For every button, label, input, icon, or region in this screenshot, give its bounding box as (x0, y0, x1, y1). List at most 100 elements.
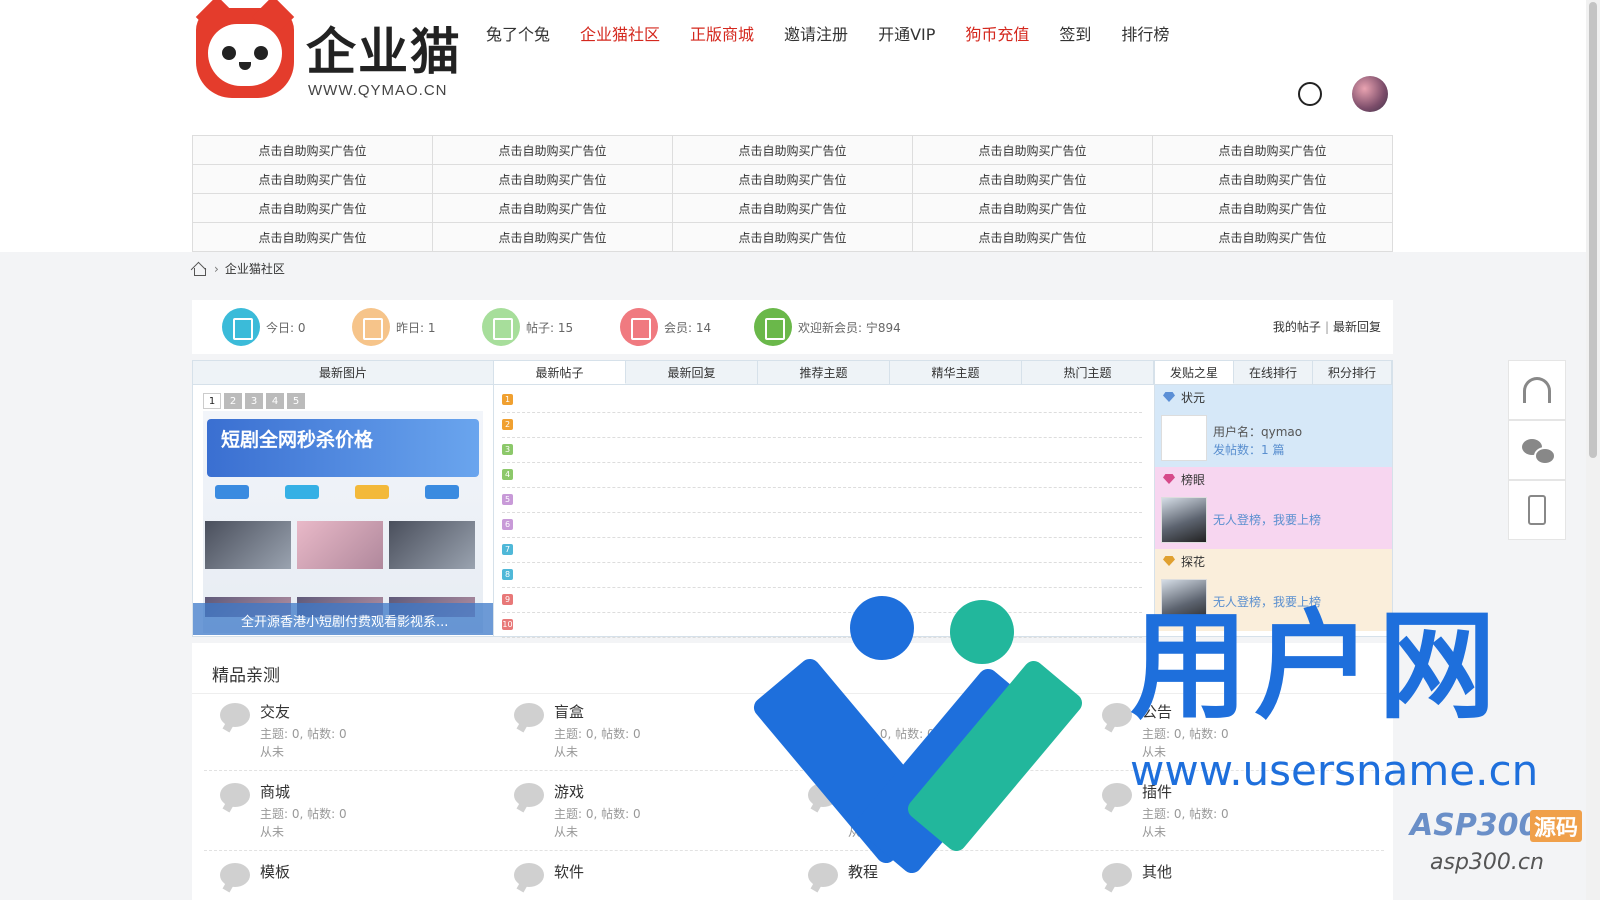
ad-slot[interactable]: 点击自助购买广告位 (913, 194, 1153, 223)
latest-reply-link[interactable]: 最新回复 (1333, 320, 1381, 334)
tab-post[interactable]: 精华主题 (890, 361, 1022, 384)
nav-item[interactable]: 企业猫社区 (580, 22, 660, 48)
ad-grid: 点击自助购买广告位 点击自助购买广告位 点击自助购买广告位 点击自助购买广告位 点击自助… (192, 135, 1393, 252)
post-row[interactable]: 8 (502, 563, 1142, 588)
tab-post[interactable]: 热门主题 (1022, 361, 1154, 384)
forum-item[interactable]: 交友 主题: 0, 帖数: 0 从未 (204, 701, 484, 781)
nav-item[interactable]: 邀请注册 (784, 22, 848, 48)
page-scrollbar[interactable] (1586, 0, 1600, 900)
ad-slot[interactable]: 点击自助购买广告位 (193, 136, 433, 165)
ad-slot[interactable]: 点击自助购买广告位 (433, 136, 673, 165)
forum-item[interactable]: 商城 主题: 0, 帖数: 0 从未 (204, 781, 484, 861)
slide-page[interactable]: 3 (245, 393, 263, 409)
post-row[interactable]: 6 (502, 513, 1142, 538)
slide-caption[interactable]: 全开源香港小短剧付费观看影视系... (193, 603, 493, 635)
rank-avatar[interactable] (1161, 497, 1207, 543)
ad-slot[interactable]: 点击自助购买广告位 (193, 223, 433, 252)
scroll-thumb[interactable] (1589, 2, 1597, 458)
watermark-asp: ASP300 (1410, 808, 1540, 843)
ad-slot[interactable]: 点击自助购买广告位 (193, 165, 433, 194)
ad-slot[interactable]: 点击自助购买广告位 (433, 223, 673, 252)
ad-slot[interactable]: 点击自助购买广告位 (913, 223, 1153, 252)
nav-item[interactable]: 开通VIP (878, 22, 935, 48)
nav-item[interactable]: 排行榜 (1121, 22, 1169, 48)
nav-item[interactable]: 签到 (1059, 22, 1091, 48)
rank-username[interactable]: 用户名：qymao (1213, 423, 1302, 441)
tab-post[interactable]: 最新帖子 (494, 361, 626, 384)
ad-slot[interactable]: 点击自助购买广告位 (673, 165, 913, 194)
forum-name[interactable]: 公告 (1142, 701, 1172, 722)
forum-counts: 主题: 0, 帖数: 0 (554, 727, 641, 741)
ad-slot[interactable]: 点击自助购买广告位 (673, 223, 913, 252)
slide-page[interactable]: 2 (224, 393, 242, 409)
site-logo[interactable]: 企业猫 WWW.QYMAO.CN (196, 8, 476, 100)
rank-avatar[interactable] (1161, 415, 1207, 461)
forum-name[interactable]: 盲盒 (554, 701, 584, 722)
ad-slot[interactable]: 点击自助购买广告位 (673, 194, 913, 223)
post-row[interactable]: 10 (502, 613, 1142, 638)
ad-slot[interactable]: 点击自助购买广告位 (193, 194, 433, 223)
forum-item[interactable]: 模板 (204, 861, 484, 900)
forum-name[interactable]: 其他 (1142, 861, 1172, 882)
forum-name[interactable]: 插件 (1142, 781, 1172, 802)
tab-rank[interactable]: 积分排行 (1313, 361, 1392, 384)
nav-item[interactable]: 兔了个兔 (486, 22, 550, 48)
post-row[interactable]: 2 (502, 413, 1142, 438)
ad-slot[interactable]: 点击自助购买广告位 (673, 136, 913, 165)
post-row[interactable]: 5 (502, 488, 1142, 513)
forum-name[interactable]: 软件 (554, 861, 584, 882)
search-icon[interactable] (1298, 82, 1322, 106)
forum-name[interactable]: 商城 (260, 781, 290, 802)
tab-rank[interactable]: 发贴之星 (1155, 361, 1234, 384)
forum-item[interactable]: 主题: 0, 帖数: 0 从未 (792, 781, 1072, 861)
post-row[interactable]: 7 (502, 538, 1142, 563)
tab-rank[interactable]: 在线排行 (1234, 361, 1313, 384)
forum-name[interactable]: 教程 (848, 861, 878, 882)
section-title: 精品亲测 (212, 666, 280, 686)
forum-name[interactable]: 模板 (260, 861, 290, 882)
ad-slot[interactable]: 点击自助购买广告位 (1153, 136, 1393, 165)
forum-item[interactable]: 其他 (1086, 861, 1366, 900)
ad-slot[interactable]: 点击自助购买广告位 (433, 194, 673, 223)
forum-item[interactable]: 插件 主题: 0, 帖数: 0 从未 (1086, 781, 1366, 861)
support-button[interactable] (1508, 360, 1566, 420)
tab-post[interactable]: 最新回复 (626, 361, 758, 384)
forum-item[interactable]: 教程 (792, 861, 1072, 900)
post-row[interactable]: 4 (502, 463, 1142, 488)
slide-page[interactable]: 1 (203, 393, 221, 409)
user-avatar[interactable] (1352, 76, 1388, 112)
forum-name[interactable]: 交友 (260, 701, 290, 722)
post-row[interactable]: 1 (502, 388, 1142, 413)
slide-image[interactable]: 短剧全网秒杀价格 (203, 411, 483, 633)
rank-join-link[interactable]: 无人登榜，我要上榜 (1213, 511, 1321, 529)
ad-slot[interactable]: 点击自助购买广告位 (1153, 165, 1393, 194)
breadcrumb-current[interactable]: 企业猫社区 (225, 260, 285, 277)
chat-bubble-icon (808, 863, 838, 887)
nav-item[interactable]: 狗币充值 (965, 22, 1029, 48)
nav-item[interactable]: 正版商城 (690, 22, 754, 48)
mobile-button[interactable] (1508, 480, 1566, 540)
ad-slot[interactable]: 点击自助购买广告位 (433, 165, 673, 194)
tab-post[interactable]: 推荐主题 (758, 361, 890, 384)
forum-item[interactable]: 公告 主题: 0, 帖数: 0 从未 (1086, 701, 1366, 781)
forum-item[interactable]: 游戏 主题: 0, 帖数: 0 从未 (498, 781, 778, 861)
rank-join-link[interactable]: 无人登榜，我要上榜 (1213, 593, 1321, 611)
post-row[interactable]: 3 (502, 438, 1142, 463)
forum-item[interactable]: 主题: 0, 帖数: 0 从未 (792, 701, 1072, 781)
document-icon (482, 308, 520, 346)
ad-slot[interactable]: 点击自助购买广告位 (1153, 223, 1393, 252)
forum-name[interactable]: 游戏 (554, 781, 584, 802)
post-row[interactable]: 9 (502, 588, 1142, 613)
wechat-button[interactable] (1508, 420, 1566, 480)
home-icon[interactable] (192, 262, 206, 276)
forum-item[interactable]: 盲盒 主题: 0, 帖数: 0 从未 (498, 701, 778, 781)
slide-page[interactable]: 4 (266, 393, 284, 409)
slide-page[interactable]: 5 (287, 393, 305, 409)
ad-slot[interactable]: 点击自助购买广告位 (1153, 194, 1393, 223)
forum-item[interactable]: 软件 (498, 861, 778, 900)
ad-slot[interactable]: 点击自助购买广告位 (913, 165, 1153, 194)
ad-slot[interactable]: 点击自助购买广告位 (913, 136, 1153, 165)
rank-avatar[interactable] (1161, 579, 1207, 625)
my-posts-link[interactable]: 我的帖子 (1273, 320, 1321, 334)
forum-last-post: 从未 (848, 825, 873, 839)
